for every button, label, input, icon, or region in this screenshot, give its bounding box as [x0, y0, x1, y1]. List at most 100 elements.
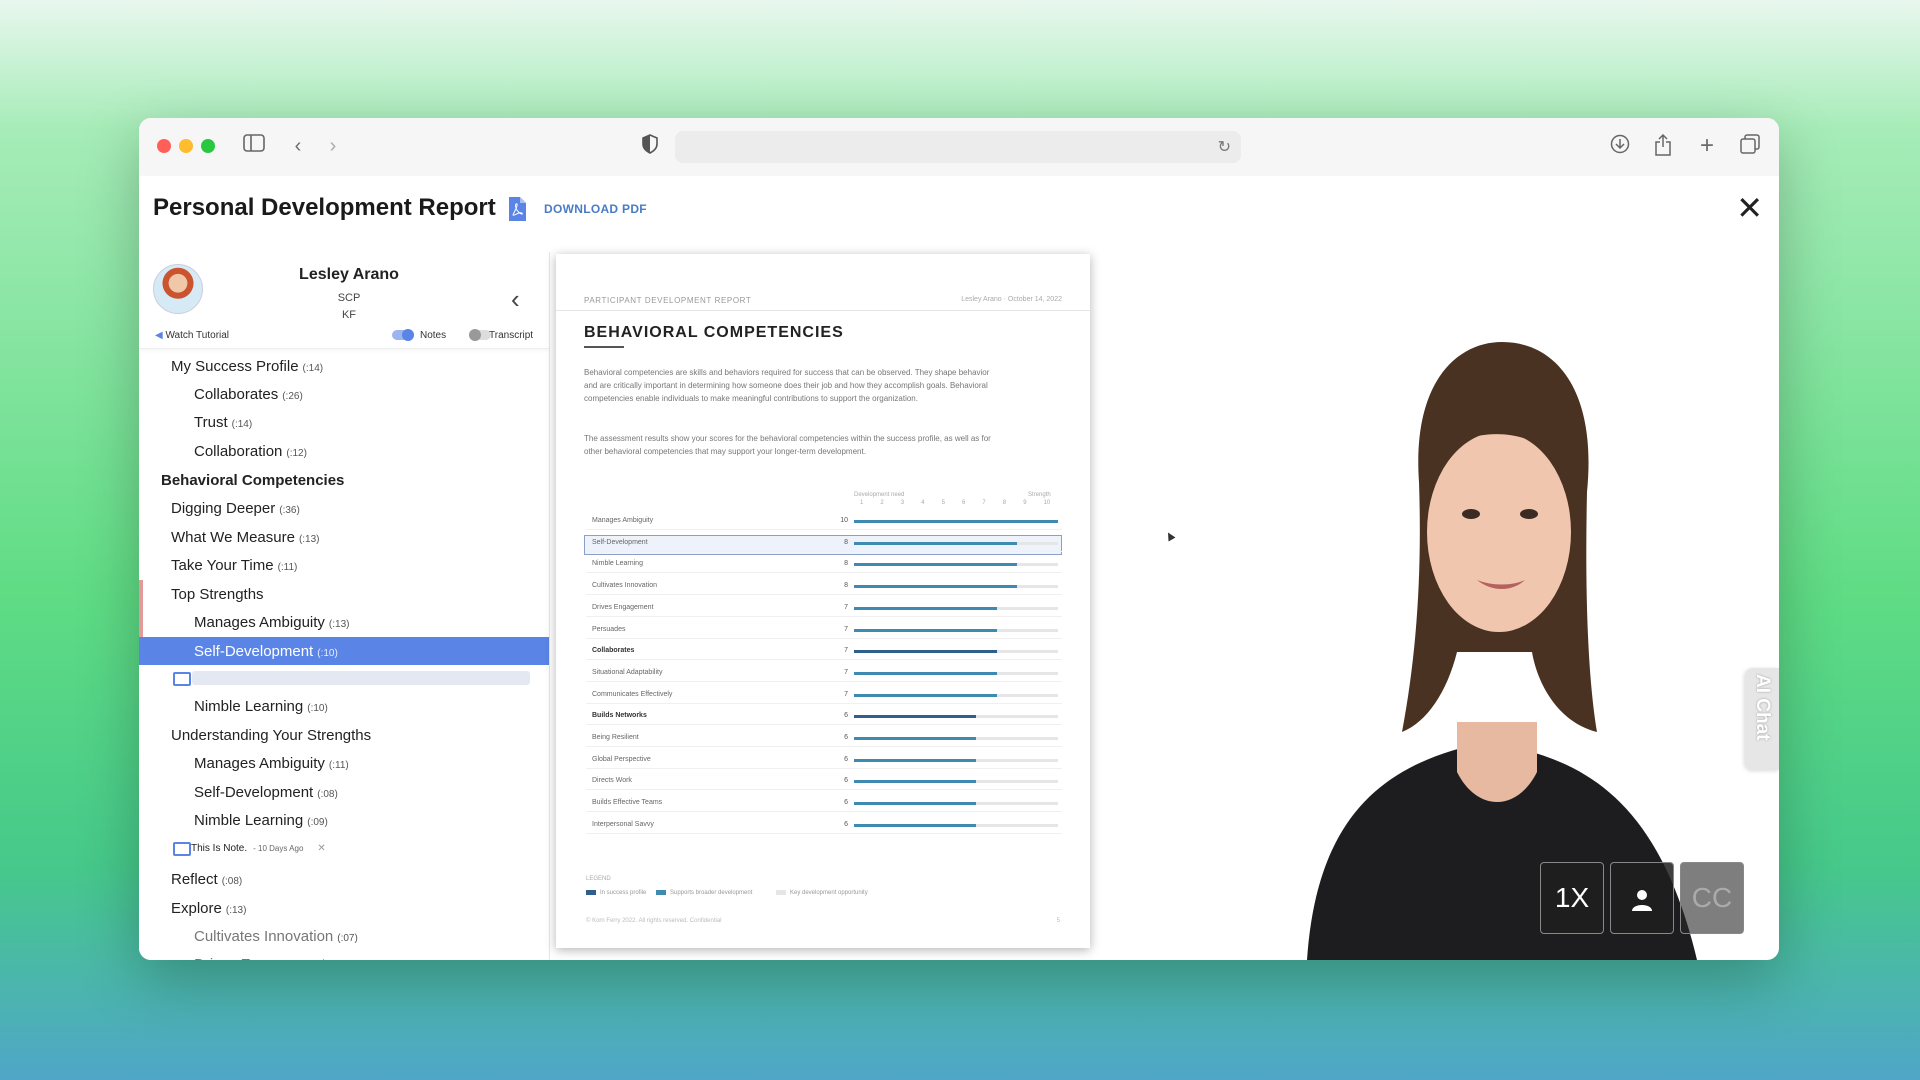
- close-window-button[interactable]: [157, 139, 171, 153]
- row-divider: [586, 615, 1062, 617]
- delete-note-icon[interactable]: ✕: [317, 843, 325, 854]
- score-track: [854, 541, 1058, 545]
- watch-tutorial-label: Watch Tutorial: [165, 330, 230, 341]
- score-bar: [854, 780, 977, 784]
- chapter-item[interactable]: Nimble Learning (:10): [194, 698, 328, 715]
- chapter-label: Manages Ambiguity: [194, 614, 325, 631]
- chapter-label: Drives Engagement: [194, 956, 326, 960]
- row-divider: [586, 702, 1062, 704]
- row-divider: [586, 594, 1062, 596]
- competency-score: 6: [844, 777, 848, 785]
- chapter-label: Self-Development: [194, 643, 314, 660]
- doc-divider: [556, 310, 1090, 311]
- collapse-sidebar-icon[interactable]: ‹: [511, 284, 520, 315]
- chapter-item[interactable]: What We Measure (:13): [171, 529, 320, 546]
- chapter-label: My Success Profile: [171, 358, 299, 375]
- note-age: - 10 Days Ago: [253, 844, 304, 853]
- close-icon[interactable]: ✕: [1736, 192, 1763, 224]
- scale-tick: 1: [860, 500, 864, 506]
- chapter-item[interactable]: Collaborates (:26): [194, 386, 303, 403]
- report-header: Personal Development Report DOWNLOAD PDF…: [139, 176, 1779, 252]
- score-track: [854, 671, 1058, 675]
- chapter-label: Self-Development: [194, 784, 314, 801]
- chapter-item[interactable]: Manages Ambiguity (:13): [194, 614, 349, 631]
- score-bar: [854, 541, 1018, 545]
- chapter-item[interactable]: Collaboration (:12): [194, 443, 307, 460]
- legend-label: Supports broader development: [670, 890, 753, 897]
- chapter-label: What We Measure: [171, 529, 295, 546]
- competency-label: Communicates Effectively: [592, 690, 673, 698]
- chapter-item[interactable]: Cultivates Innovation (:07): [194, 928, 358, 945]
- chapter-item[interactable]: Explore (:13): [171, 900, 246, 917]
- minimize-window-button[interactable]: [179, 139, 193, 153]
- legend-item: Key development opportunity: [776, 890, 868, 896]
- section-marker: [139, 580, 143, 640]
- playback-speed-button[interactable]: 1X: [1540, 862, 1604, 934]
- chapter-item[interactable]: Understanding Your Strengths: [171, 727, 371, 744]
- row-divider: [586, 680, 1062, 682]
- chapter-duration: (:13): [225, 905, 247, 916]
- new-tab-icon[interactable]: +: [1695, 134, 1719, 158]
- section-heading[interactable]: Behavioral Competencies: [161, 472, 344, 489]
- reload-icon[interactable]: ↻: [1218, 137, 1231, 157]
- chapter-item[interactable]: My Success Profile (:14): [171, 358, 323, 375]
- address-bar[interactable]: ↻: [675, 131, 1241, 163]
- chapter-item[interactable]: Drives Engagement(:09): [194, 956, 350, 960]
- competency-score: 6: [844, 755, 848, 763]
- page-title: Personal Development Report: [153, 194, 496, 221]
- avatar: [153, 264, 203, 314]
- row-divider: [586, 724, 1062, 726]
- score-bar: [854, 693, 997, 697]
- doc-page-number: 5: [1056, 918, 1060, 924]
- chapter-item[interactable]: Manages Ambiguity (:11): [194, 755, 349, 772]
- row-divider: [586, 529, 1062, 530]
- competency-score: 7: [844, 647, 848, 655]
- chapter-item[interactable]: Self-Development (:08): [194, 784, 338, 801]
- chapter-duration: (:13): [328, 619, 350, 630]
- chapter-item[interactable]: Reflect (:08): [171, 871, 242, 888]
- competency-label: Situational Adaptability: [592, 668, 663, 676]
- back-icon[interactable]: ‹: [286, 134, 310, 158]
- chapter-item[interactable]: Trust (:14): [194, 414, 252, 431]
- chapter-label: Behavioral Competencies: [161, 472, 345, 489]
- chapter-item[interactable]: Top Strengths: [171, 586, 264, 603]
- share-icon[interactable]: [1651, 133, 1675, 158]
- chapter-label: Cultivates Innovation: [194, 928, 334, 945]
- maximize-window-button[interactable]: [201, 139, 215, 153]
- scale-tick: 5: [941, 500, 945, 506]
- notes-label: Notes: [420, 330, 447, 341]
- ai-chat-tab[interactable]: AI Chat: [1745, 668, 1779, 770]
- download-icon[interactable]: [1608, 134, 1632, 158]
- person-icon: [1632, 889, 1652, 911]
- notes-toggle[interactable]: [392, 329, 414, 341]
- transcript-toggle[interactable]: [469, 329, 491, 341]
- score-bar: [854, 628, 997, 632]
- note-input[interactable]: [192, 671, 530, 685]
- chapter-item[interactable]: Self-Development (:10): [194, 643, 338, 660]
- score-bar: [854, 758, 977, 762]
- pdf-icon[interactable]: [507, 196, 527, 222]
- score-bar: [854, 606, 997, 610]
- download-pdf-link[interactable]: DOWNLOAD PDF: [544, 202, 647, 216]
- chapter-item[interactable]: Digging Deeper (:36): [171, 500, 300, 517]
- watch-tutorial-link[interactable]: ◀ Watch Tutorial: [155, 330, 229, 341]
- doc-paragraph-1: Behavioral competencies are skills and b…: [584, 368, 990, 403]
- presenter-video[interactable]: [1157, 252, 1763, 960]
- forward-icon[interactable]: ›: [321, 134, 345, 158]
- competency-score: 6: [844, 820, 848, 828]
- sidebar-toggle-icon[interactable]: [242, 134, 266, 158]
- note-text: This Is Note.: [191, 843, 248, 854]
- row-divider: [586, 832, 1062, 834]
- avatar-toggle-button[interactable]: [1610, 862, 1674, 934]
- competency-score: 10: [840, 517, 848, 524]
- competency-score: 7: [844, 690, 848, 698]
- captions-button[interactable]: CC: [1680, 862, 1744, 934]
- chapter-item[interactable]: Take Your Time (:11): [171, 557, 297, 574]
- tab-overview-icon[interactable]: [1738, 134, 1762, 158]
- competency-label: Interpersonal Savvy: [592, 820, 654, 828]
- competency-score: 8: [844, 538, 848, 546]
- chapter-item[interactable]: Nimble Learning (:09): [194, 812, 328, 829]
- competency-label: Persuades: [592, 625, 626, 633]
- shield-icon[interactable]: [638, 134, 662, 158]
- saved-note[interactable]: This Is Note. - 10 Days Ago ✕: [191, 843, 326, 854]
